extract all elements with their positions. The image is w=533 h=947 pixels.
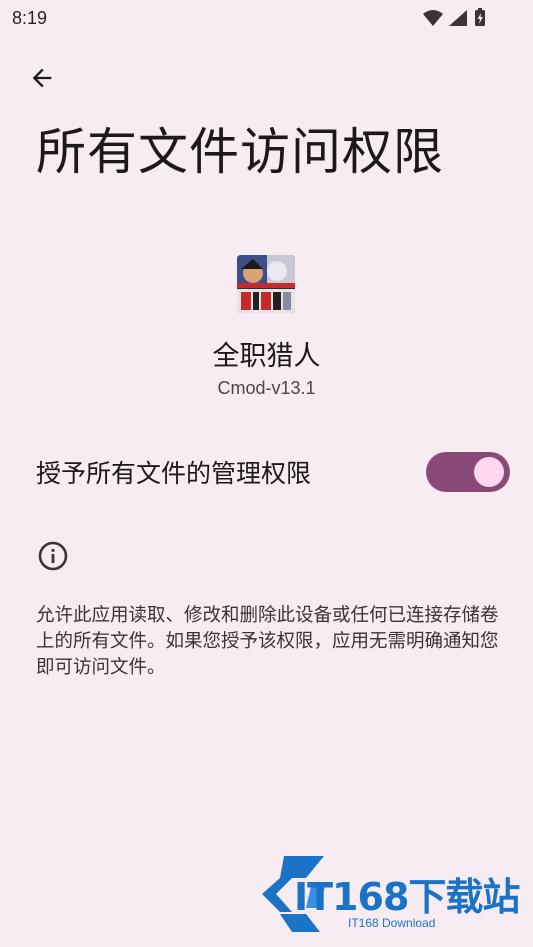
cellular-signal-icon <box>449 10 467 26</box>
app-version: Cmod-v13.1 <box>217 378 316 398</box>
info-icon <box>37 540 69 572</box>
status-icons <box>421 8 493 28</box>
all-files-access-toggle[interactable] <box>426 452 510 492</box>
battery-charging-icon <box>475 8 485 26</box>
back-button[interactable] <box>22 58 62 98</box>
permission-row[interactable]: 授予所有文件的管理权限 <box>36 452 510 492</box>
watermark: IT168下载站 IT168 Download <box>258 852 528 936</box>
permission-description: 允许此应用读取、修改和删除此设备或任何已连接存储卷上的所有文件。如果您授予该权限… <box>36 605 499 678</box>
toggle-knob <box>474 457 504 487</box>
app-icon <box>237 255 295 313</box>
wifi-icon <box>423 10 443 26</box>
page-title: 所有文件访问权限 <box>36 123 444 181</box>
watermark-subtitle: IT168 Download <box>348 916 436 930</box>
status-bar: 8:19 <box>0 0 533 36</box>
status-time: 8:19 <box>12 8 48 28</box>
app-name: 全职猎人 <box>212 341 321 372</box>
permission-label: 授予所有文件的管理权限 <box>36 459 312 488</box>
arrow-left-icon <box>32 68 52 88</box>
watermark-brand: IT168下载站 <box>294 875 520 919</box>
